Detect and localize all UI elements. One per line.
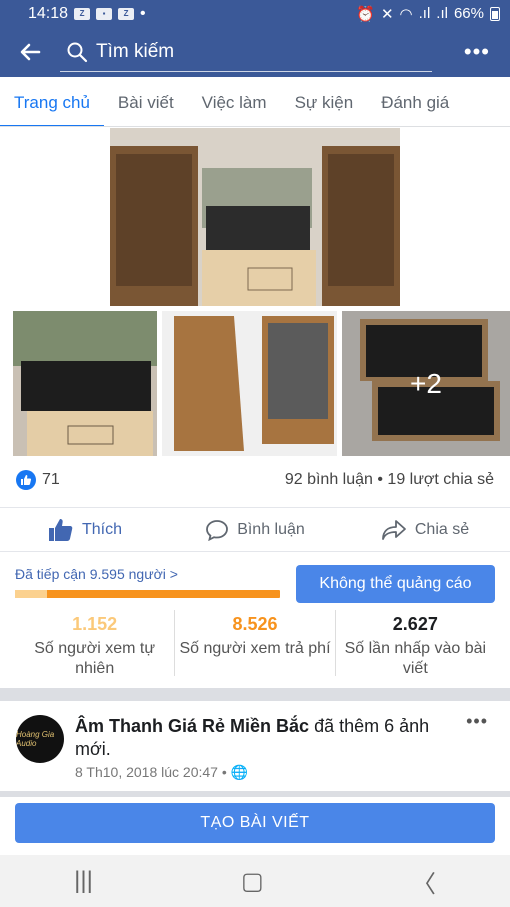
reach-progress-fill xyxy=(15,590,47,598)
back-icon[interactable]: 〈 xyxy=(412,864,436,899)
metric-value: 1.152 xyxy=(72,614,118,634)
search-field[interactable] xyxy=(60,32,432,72)
like-reaction-icon xyxy=(16,470,36,490)
tab-posts[interactable]: Bài viết xyxy=(104,77,188,126)
metric-label: Số người xem tự nhiên xyxy=(34,640,156,677)
metric-organic: 1.152 Số người xem tự nhiên xyxy=(15,610,176,677)
post-photo-main[interactable] xyxy=(110,128,400,306)
post-stats: 71 92 bình luận • 19 lượt chia sẻ xyxy=(0,465,510,495)
metric-value: 2.627 xyxy=(392,614,438,634)
comments-shares-count[interactable]: 92 bình luận • 19 lượt chia sẻ xyxy=(285,471,494,489)
avatar[interactable]: Hoàng Gia Audio xyxy=(16,715,64,763)
metric-label: Số người xem trả phí xyxy=(179,640,331,657)
battery-percent: 66% xyxy=(453,5,484,22)
avatar-text: Hoàng Gia Audio xyxy=(16,730,55,748)
tab-jobs[interactable]: Việc làm xyxy=(188,77,281,126)
more-options-icon[interactable]: ••• xyxy=(464,39,490,65)
reach-link[interactable]: Đã tiếp cận 9.595 người > xyxy=(15,566,178,582)
divider xyxy=(0,551,510,552)
status-bar: 14:18 Z ▪ Z • ⏰ ✕ ◠ .ıl .ıl 66% xyxy=(0,0,510,27)
page-tabs: Trang chủ Bài viết Việc làm Sự kiện Đánh… xyxy=(0,77,510,127)
section-gap xyxy=(0,791,510,797)
section-gap xyxy=(0,688,510,701)
zalo-icon: Z xyxy=(74,7,91,20)
system-nav-bar: ||| ▢ 〈 xyxy=(0,855,510,907)
reach-progress-bar xyxy=(15,590,280,598)
post-photo[interactable] xyxy=(162,311,337,456)
share-label: Chia sẻ xyxy=(414,520,470,538)
next-post-card: Hoàng Gia Audio Âm Thanh Giá Rẻ Miền Bắc… xyxy=(0,701,510,791)
signal-icon: .ıl xyxy=(436,5,448,22)
mute-icon: ✕ xyxy=(380,5,394,23)
tab-reviews[interactable]: Đánh giá xyxy=(367,77,463,126)
metric-value: 8.526 xyxy=(232,614,278,634)
home-icon[interactable]: ▢ xyxy=(241,867,264,896)
image-icon: ▪ xyxy=(96,7,113,20)
recent-apps-icon[interactable]: ||| xyxy=(74,867,93,895)
tab-events[interactable]: Sự kiện xyxy=(281,77,368,126)
chevron-right-icon: > xyxy=(169,566,178,582)
search-icon xyxy=(67,42,88,62)
wifi-icon: ◠ xyxy=(399,5,413,23)
metric-clicks: 2.627 Số lần nhấp vào bài viết xyxy=(336,610,495,677)
post-metrics: 1.152 Số người xem tự nhiên 8.526 Số ngư… xyxy=(15,610,495,677)
create-post-button[interactable]: TẠO BÀI VIẾT xyxy=(15,803,495,843)
post-photo[interactable] xyxy=(13,311,157,456)
search-input[interactable] xyxy=(96,40,416,63)
metric-paid: 8.526 Số người xem trả phí xyxy=(175,610,336,676)
metric-label: Số lần nhấp vào bài viết xyxy=(344,640,487,677)
back-arrow-icon[interactable] xyxy=(0,27,60,77)
share-icon xyxy=(381,519,406,540)
battery-icon xyxy=(490,6,500,21)
share-button[interactable]: Chia sẻ xyxy=(340,519,510,541)
like-button[interactable]: Thích xyxy=(0,518,170,542)
post-time: 8 Th10, 2018 lúc 20:47 • xyxy=(75,764,227,780)
like-label: Thích xyxy=(81,520,122,538)
comment-icon xyxy=(206,519,229,541)
zalo-icon: Z xyxy=(118,7,135,20)
dot-icon: • xyxy=(140,4,146,22)
comment-button[interactable]: Bình luận xyxy=(170,519,340,541)
post-actions: Thích Bình luận Chia sẻ xyxy=(0,507,510,551)
post-photo-more[interactable]: +2 xyxy=(342,311,510,456)
search-header: ••• xyxy=(0,27,510,77)
signal-icon: .ıl xyxy=(418,5,431,22)
reach-label: Đã tiếp cận 9.595 người xyxy=(15,566,166,582)
boost-post-button[interactable]: Không thể quảng cáo xyxy=(296,565,495,603)
thumbs-up-icon xyxy=(48,518,73,541)
like-count[interactable]: 71 xyxy=(42,471,60,489)
post-more-icon[interactable]: ••• xyxy=(466,711,488,732)
globe-icon: 🌐 xyxy=(230,764,249,780)
comment-label: Bình luận xyxy=(237,520,305,538)
post-timestamp[interactable]: 8 Th10, 2018 lúc 20:47 • 🌐 xyxy=(75,764,248,781)
alarm-icon: ⏰ xyxy=(356,5,375,23)
status-time: 14:18 xyxy=(28,4,69,22)
more-photos-count: +2 xyxy=(342,311,510,456)
post-headline: Âm Thanh Giá Rẻ Miền Bắc đã thêm 6 ảnh m… xyxy=(75,715,455,761)
tab-home[interactable]: Trang chủ xyxy=(0,77,104,126)
screen: 14:18 Z ▪ Z • ⏰ ✕ ◠ .ıl .ıl 66% ••• Tran… xyxy=(0,0,510,907)
post-author[interactable]: Âm Thanh Giá Rẻ Miền Bắc xyxy=(75,716,309,736)
